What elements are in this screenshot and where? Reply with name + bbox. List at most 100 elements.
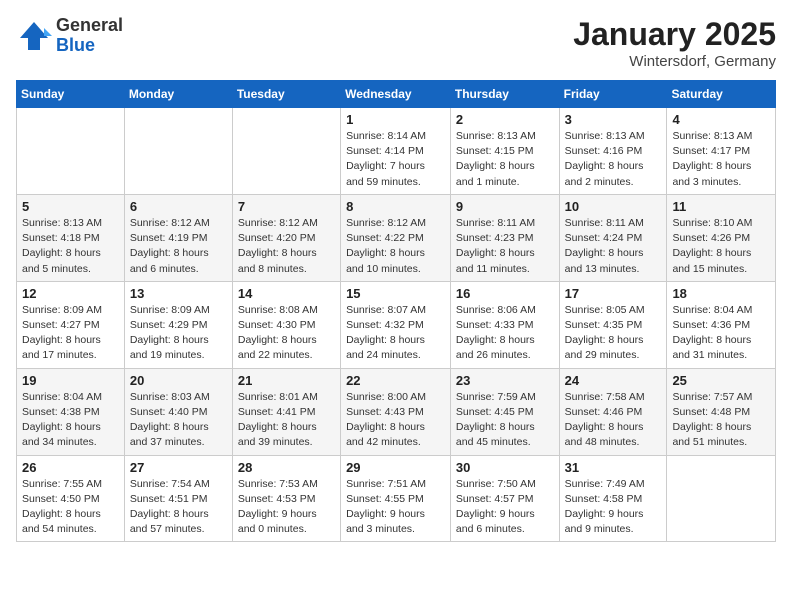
day-number: 18	[672, 286, 770, 301]
logo-icon	[16, 18, 52, 54]
calendar-cell: 21 Sunrise: 8:01 AMSunset: 4:41 PMDayligh…	[232, 368, 340, 455]
calendar-cell: 31 Sunrise: 7:49 AMSunset: 4:58 PMDayligh…	[559, 455, 667, 542]
calendar-cell: 15 Sunrise: 8:07 AMSunset: 4:32 PMDayligh…	[341, 281, 451, 368]
day-info: Sunrise: 8:07 AMSunset: 4:32 PMDaylight:…	[346, 303, 445, 364]
calendar-cell: 17 Sunrise: 8:05 AMSunset: 4:35 PMDayligh…	[559, 281, 667, 368]
calendar-cell: 20 Sunrise: 8:03 AMSunset: 4:40 PMDayligh…	[124, 368, 232, 455]
day-number: 9	[456, 199, 554, 214]
day-info: Sunrise: 7:53 AMSunset: 4:53 PMDaylight:…	[238, 477, 335, 538]
day-number: 23	[456, 373, 554, 388]
day-number: 31	[565, 460, 662, 475]
day-number: 14	[238, 286, 335, 301]
month-title: January 2025	[573, 16, 776, 53]
logo: General Blue	[16, 16, 123, 56]
day-info: Sunrise: 7:58 AMSunset: 4:46 PMDaylight:…	[565, 390, 662, 451]
day-info: Sunrise: 8:03 AMSunset: 4:40 PMDaylight:…	[130, 390, 227, 451]
day-number: 21	[238, 373, 335, 388]
page-header: General Blue January 2025 Wintersdorf, G…	[16, 16, 776, 70]
col-header-wednesday: Wednesday	[341, 81, 451, 108]
calendar-cell: 1 Sunrise: 8:14 AMSunset: 4:14 PMDaylight…	[341, 108, 451, 195]
day-info: Sunrise: 8:13 AMSunset: 4:17 PMDaylight:…	[672, 129, 770, 190]
calendar-cell: 14 Sunrise: 8:08 AMSunset: 4:30 PMDayligh…	[232, 281, 340, 368]
calendar-cell: 26Sunrise: 7:55 AMSunset: 4:50 PMDayligh…	[17, 455, 125, 542]
col-header-sunday: Sunday	[17, 81, 125, 108]
calendar-cell: 2Sunrise: 8:13 AMSunset: 4:15 PMDaylight…	[450, 108, 559, 195]
day-info: Sunrise: 8:09 AMSunset: 4:29 PMDaylight:…	[130, 303, 227, 364]
calendar-cell	[232, 108, 340, 195]
day-number: 22	[346, 373, 445, 388]
calendar-table: SundayMondayTuesdayWednesdayThursdayFrid…	[16, 80, 776, 542]
day-info: Sunrise: 8:04 AMSunset: 4:36 PMDaylight:…	[672, 303, 770, 364]
calendar-cell: 25 Sunrise: 7:57 AMSunset: 4:48 PMDayligh…	[667, 368, 776, 455]
day-number: 29	[346, 460, 445, 475]
day-number: 6	[130, 199, 227, 214]
day-info: Sunrise: 8:13 AMSunset: 4:18 PMDaylight:…	[22, 216, 119, 277]
day-number: 5	[22, 199, 119, 214]
calendar-week-2: 5 Sunrise: 8:13 AMSunset: 4:18 PMDaylight…	[17, 194, 776, 281]
day-number: 13	[130, 286, 227, 301]
calendar-cell: 4Sunrise: 8:13 AMSunset: 4:17 PMDaylight…	[667, 108, 776, 195]
calendar-cell: 11Sunrise: 8:10 AMSunset: 4:26 PMDayligh…	[667, 194, 776, 281]
day-number: 3	[565, 112, 662, 127]
calendar-cell: 24Sunrise: 7:58 AMSunset: 4:46 PMDayligh…	[559, 368, 667, 455]
day-number: 20	[130, 373, 227, 388]
day-number: 25	[672, 373, 770, 388]
day-info: Sunrise: 8:06 AMSunset: 4:33 PMDaylight:…	[456, 303, 554, 364]
day-info: Sunrise: 8:14 AMSunset: 4:14 PMDaylight:…	[346, 129, 445, 190]
day-number: 17	[565, 286, 662, 301]
day-info: Sunrise: 7:50 AMSunset: 4:57 PMDaylight:…	[456, 477, 554, 538]
calendar-cell: 18 Sunrise: 8:04 AMSunset: 4:36 PMDayligh…	[667, 281, 776, 368]
day-info: Sunrise: 8:11 AMSunset: 4:24 PMDaylight:…	[565, 216, 662, 277]
calendar-cell: 3 Sunrise: 8:13 AMSunset: 4:16 PMDaylight…	[559, 108, 667, 195]
day-info: Sunrise: 7:51 AMSunset: 4:55 PMDaylight:…	[346, 477, 445, 538]
col-header-monday: Monday	[124, 81, 232, 108]
calendar-cell	[124, 108, 232, 195]
day-info: Sunrise: 8:00 AMSunset: 4:43 PMDaylight:…	[346, 390, 445, 451]
day-info: Sunrise: 8:13 AMSunset: 4:16 PMDaylight:…	[565, 129, 662, 190]
calendar-cell: 29 Sunrise: 7:51 AMSunset: 4:55 PMDayligh…	[341, 455, 451, 542]
calendar-cell: 6 Sunrise: 8:12 AMSunset: 4:19 PMDaylight…	[124, 194, 232, 281]
calendar-week-1: 1 Sunrise: 8:14 AMSunset: 4:14 PMDaylight…	[17, 108, 776, 195]
day-info: Sunrise: 7:54 AMSunset: 4:51 PMDaylight:…	[130, 477, 227, 538]
day-info: Sunrise: 8:09 AMSunset: 4:27 PMDaylight:…	[22, 303, 119, 364]
day-info: Sunrise: 8:01 AMSunset: 4:41 PMDaylight:…	[238, 390, 335, 451]
logo-blue: Blue	[56, 36, 123, 56]
calendar-header-row: SundayMondayTuesdayWednesdayThursdayFrid…	[17, 81, 776, 108]
col-header-tuesday: Tuesday	[232, 81, 340, 108]
calendar-cell: 16 Sunrise: 8:06 AMSunset: 4:33 PMDayligh…	[450, 281, 559, 368]
day-info: Sunrise: 8:13 AMSunset: 4:15 PMDaylight:…	[456, 129, 554, 190]
calendar-cell: 9 Sunrise: 8:11 AMSunset: 4:23 PMDaylight…	[450, 194, 559, 281]
calendar-cell: 23Sunrise: 7:59 AMSunset: 4:45 PMDayligh…	[450, 368, 559, 455]
day-info: Sunrise: 8:12 AMSunset: 4:19 PMDaylight:…	[130, 216, 227, 277]
day-info: Sunrise: 8:05 AMSunset: 4:35 PMDaylight:…	[565, 303, 662, 364]
day-info: Sunrise: 8:08 AMSunset: 4:30 PMDaylight:…	[238, 303, 335, 364]
calendar-cell: 22 Sunrise: 8:00 AMSunset: 4:43 PMDayligh…	[341, 368, 451, 455]
calendar-cell: 5 Sunrise: 8:13 AMSunset: 4:18 PMDaylight…	[17, 194, 125, 281]
day-info: Sunrise: 7:49 AMSunset: 4:58 PMDaylight:…	[565, 477, 662, 538]
col-header-saturday: Saturday	[667, 81, 776, 108]
day-info: Sunrise: 7:55 AMSunset: 4:50 PMDaylight:…	[22, 477, 119, 538]
day-number: 12	[22, 286, 119, 301]
calendar-week-5: 26Sunrise: 7:55 AMSunset: 4:50 PMDayligh…	[17, 455, 776, 542]
col-header-thursday: Thursday	[450, 81, 559, 108]
day-number: 16	[456, 286, 554, 301]
day-number: 15	[346, 286, 445, 301]
day-info: Sunrise: 8:11 AMSunset: 4:23 PMDaylight:…	[456, 216, 554, 277]
calendar-cell: 10 Sunrise: 8:11 AMSunset: 4:24 PMDayligh…	[559, 194, 667, 281]
day-info: Sunrise: 7:57 AMSunset: 4:48 PMDaylight:…	[672, 390, 770, 451]
calendar-cell: 28Sunrise: 7:53 AMSunset: 4:53 PMDayligh…	[232, 455, 340, 542]
logo-general: General	[56, 16, 123, 36]
calendar-cell: 8Sunrise: 8:12 AMSunset: 4:22 PMDaylight…	[341, 194, 451, 281]
logo-text: General Blue	[56, 16, 123, 56]
calendar-cell: 30Sunrise: 7:50 AMSunset: 4:57 PMDayligh…	[450, 455, 559, 542]
calendar-cell	[17, 108, 125, 195]
calendar-cell: 13 Sunrise: 8:09 AMSunset: 4:29 PMDayligh…	[124, 281, 232, 368]
day-info: Sunrise: 8:12 AMSunset: 4:20 PMDaylight:…	[238, 216, 335, 277]
calendar-cell: 12 Sunrise: 8:09 AMSunset: 4:27 PMDayligh…	[17, 281, 125, 368]
day-number: 19	[22, 373, 119, 388]
day-number: 7	[238, 199, 335, 214]
location: Wintersdorf, Germany	[573, 53, 776, 70]
day-number: 1	[346, 112, 445, 127]
title-area: January 2025 Wintersdorf, Germany	[573, 16, 776, 70]
day-number: 10	[565, 199, 662, 214]
